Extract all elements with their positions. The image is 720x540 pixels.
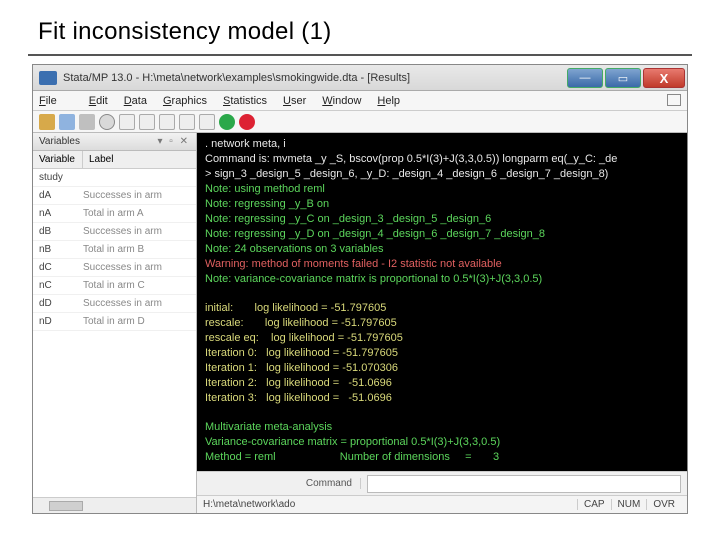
save-icon[interactable] <box>59 114 75 130</box>
variables-grid-header: Variable Label <box>33 151 196 169</box>
stata-window: Stata/MP 13.0 - H:\meta\network\examples… <box>32 64 688 514</box>
table-row[interactable]: nCTotal in arm C <box>33 277 196 295</box>
menu-edit[interactable]: Edit <box>89 95 108 107</box>
slide-title: Fit inconsistency model (1) <box>0 0 720 54</box>
table-row[interactable]: nATotal in arm A <box>33 205 196 223</box>
graph-icon[interactable] <box>139 114 155 130</box>
command-input[interactable] <box>367 475 681 493</box>
menu-user[interactable]: User <box>283 95 306 107</box>
menu-window[interactable]: Window <box>322 95 361 107</box>
restore-icon[interactable] <box>667 94 681 106</box>
minimize-glyph: — <box>580 72 591 84</box>
status-cap: CAP <box>577 499 611 510</box>
variables-panel-header: Variables ▾ ▫ ✕ <box>33 133 196 151</box>
variables-title-text: Variables <box>39 136 80 147</box>
close-button[interactable]: X <box>643 68 685 88</box>
titlebar[interactable]: Stata/MP 13.0 - H:\meta\network\examples… <box>33 65 687 91</box>
table-row[interactable]: dBSuccesses in arm <box>33 223 196 241</box>
statusbar: H:\meta\network\ado CAP NUM OVR <box>197 495 687 513</box>
status-path: H:\meta\network\ado <box>203 499 295 510</box>
status-num: NUM <box>611 499 647 510</box>
variables-grid[interactable]: study dASuccesses in arm nATotal in arm … <box>33 169 196 497</box>
menubar: File Edit Data Graphics Statistics User … <box>33 91 687 111</box>
menu-data[interactable]: Data <box>124 95 147 107</box>
viewer-icon[interactable] <box>119 114 135 130</box>
menu-help[interactable]: Help <box>377 95 400 107</box>
panel-controls[interactable]: ▾ ▫ ✕ <box>158 136 191 147</box>
scroll-thumb[interactable] <box>49 501 83 511</box>
menu-statistics[interactable]: Statistics <box>223 95 267 107</box>
table-row[interactable]: dDSuccesses in arm <box>33 295 196 313</box>
data-browser-icon[interactable] <box>199 114 215 130</box>
close-glyph: X <box>660 71 669 86</box>
panel-scrollbar[interactable] <box>33 497 196 513</box>
table-row[interactable]: dASuccesses in arm <box>33 187 196 205</box>
command-bar: Command <box>197 471 687 495</box>
table-row[interactable]: nDTotal in arm D <box>33 313 196 331</box>
maximize-button[interactable]: ▭ <box>605 68 641 88</box>
divider <box>28 54 692 56</box>
stop-icon[interactable] <box>239 114 255 130</box>
data-editor-icon[interactable] <box>179 114 195 130</box>
menu-file-text: ile <box>46 95 57 107</box>
col-label[interactable]: Label <box>83 151 196 168</box>
variables-panel: Variables ▾ ▫ ✕ Variable Label study dAS… <box>33 133 197 513</box>
table-row[interactable]: dCSuccesses in arm <box>33 259 196 277</box>
open-icon[interactable] <box>39 114 55 130</box>
minimize-button[interactable]: — <box>567 68 603 88</box>
titlebar-text: Stata/MP 13.0 - H:\meta\network\examples… <box>63 72 567 84</box>
log-icon[interactable] <box>99 114 115 130</box>
status-ovr: OVR <box>646 499 681 510</box>
maximize-glyph: ▭ <box>618 72 628 85</box>
col-variable[interactable]: Variable <box>33 151 83 168</box>
do-editor-icon[interactable] <box>159 114 175 130</box>
menu-graphics[interactable]: Graphics <box>163 95 207 107</box>
command-label: Command <box>197 478 361 489</box>
menu-file[interactable]: File <box>39 95 73 107</box>
table-row[interactable]: nBTotal in arm B <box>33 241 196 259</box>
table-row[interactable]: study <box>33 169 196 187</box>
toolbar <box>33 111 687 133</box>
print-icon[interactable] <box>79 114 95 130</box>
app-icon <box>39 71 57 85</box>
results-area[interactable]: . network meta, i Command is: mvmeta _y … <box>197 133 687 471</box>
go-icon[interactable] <box>219 114 235 130</box>
